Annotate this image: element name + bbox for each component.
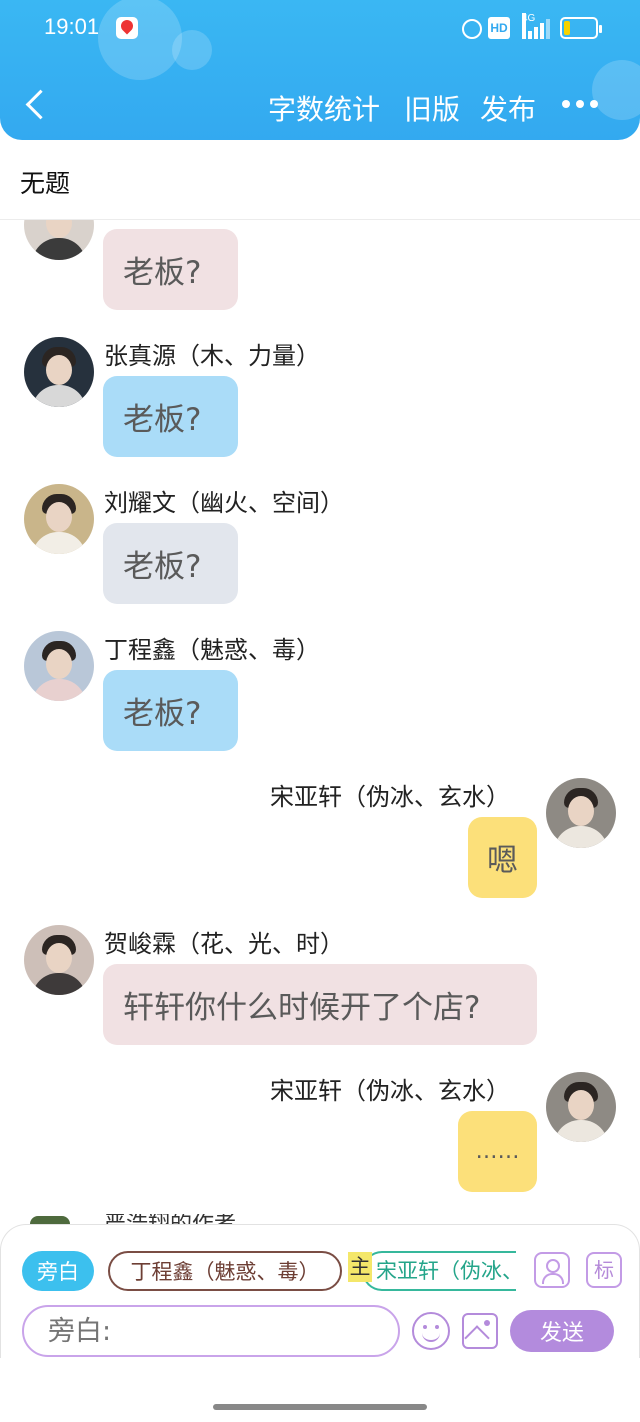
sender-name: 贺峻霖（花、光、时） xyxy=(104,930,344,958)
message-bubble[interactable]: …… xyxy=(458,1111,537,1192)
tag-button[interactable]: 标 xyxy=(586,1252,622,1288)
back-icon[interactable] xyxy=(22,88,52,124)
avatar[interactable] xyxy=(24,337,94,407)
character-selector[interactable]: 丁程鑫（魅惑、毒） xyxy=(108,1251,342,1291)
sender-name: 刘耀文（幽火、空间） xyxy=(104,489,344,517)
avatar[interactable] xyxy=(24,925,94,995)
message-bubble[interactable]: 老板? xyxy=(103,229,238,310)
avatar[interactable] xyxy=(546,1072,616,1142)
user-card-icon[interactable] xyxy=(534,1252,570,1288)
document-title[interactable]: 无题 xyxy=(20,164,70,200)
message-bubble[interactable]: 嗯 xyxy=(468,817,537,898)
title-row[interactable]: 无题 xyxy=(0,140,640,220)
more-icon[interactable] xyxy=(562,100,598,110)
emoji-icon[interactable] xyxy=(412,1312,450,1350)
home-indicator[interactable] xyxy=(213,1404,427,1410)
signal-icon: 4G xyxy=(522,13,550,39)
main-character-chip[interactable]: 宋亚轩（伪冰、玄水） xyxy=(362,1251,516,1291)
publish-button[interactable]: 发布 xyxy=(480,88,536,128)
sender-name: 丁程鑫（魅惑、毒） xyxy=(104,636,320,664)
sender-name: 宋亚轩（伪冰、玄水） xyxy=(270,783,510,811)
message-bubble[interactable]: 老板? xyxy=(103,376,238,457)
message-bubble[interactable]: 老板? xyxy=(103,523,238,604)
sender-name: 宋亚轩（伪冰、玄水） xyxy=(270,1077,510,1105)
app-header: 19:01 HD 4G 字数统计 旧版 发布 xyxy=(0,0,640,140)
main-tag: 主 xyxy=(348,1252,372,1282)
avatar[interactable] xyxy=(546,778,616,848)
send-button[interactable]: 发送 xyxy=(510,1310,614,1352)
system-nav-bar xyxy=(0,1358,640,1422)
map-app-icon xyxy=(116,17,138,39)
old-version-button[interactable]: 旧版 xyxy=(404,88,460,128)
hd-badge: HD xyxy=(488,17,510,39)
avatar[interactable] xyxy=(24,220,94,260)
alarm-icon xyxy=(460,17,482,39)
narration-toggle[interactable]: 旁白 xyxy=(22,1251,94,1291)
message-input[interactable] xyxy=(22,1305,400,1357)
message-bubble[interactable]: 轩轩你什么时候开了个店? xyxy=(103,964,537,1045)
network-type-label: 4G xyxy=(522,13,535,39)
avatar[interactable] xyxy=(24,631,94,701)
message-bubble[interactable]: 老板? xyxy=(103,670,238,751)
decorative-bubble xyxy=(592,60,640,120)
word-count-button[interactable]: 字数统计 xyxy=(268,88,380,128)
image-icon[interactable] xyxy=(462,1313,498,1349)
battery-icon xyxy=(560,17,602,39)
status-bar: 19:01 HD 4G xyxy=(0,0,640,56)
message-list[interactable]: 老板? 张真源（木、力量） 老板? 刘耀文（幽火、空间） 老板? 丁程鑫（魅惑、… xyxy=(0,220,640,1224)
status-time: 19:01 xyxy=(44,14,100,39)
avatar xyxy=(30,1216,70,1224)
sender-name: 张真源（木、力量） xyxy=(104,342,320,370)
avatar[interactable] xyxy=(24,484,94,554)
